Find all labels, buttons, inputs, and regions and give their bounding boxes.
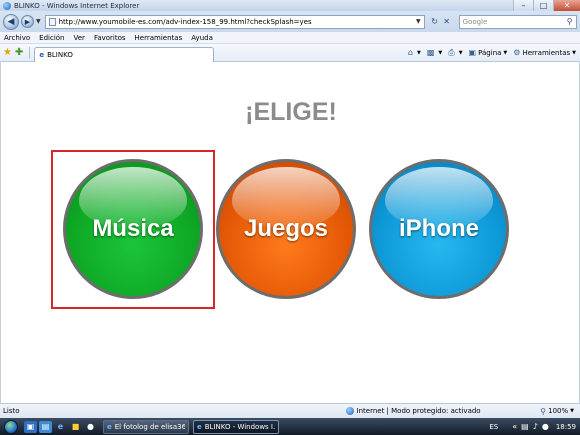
chevron-down-icon: ▼ [417,49,421,56]
language-indicator[interactable]: ES [489,423,498,431]
forward-button[interactable]: ▶ [21,15,34,28]
address-dropdown-icon[interactable]: ▼ [416,18,421,25]
tab-blinko[interactable]: e BLINKO [34,46,215,62]
volume-icon[interactable]: ♪ [533,422,538,431]
chevron-left-icon[interactable]: « [512,422,517,431]
url-text[interactable]: http://www.youmobile-es.com/adv-index-15… [59,18,416,26]
taskbar-button-blinko[interactable]: e BLINKO - Windows I... [193,419,279,434]
iphone-label: iPhone [398,215,479,242]
tab-label: BLINKO [47,50,73,59]
address-tools: ↻ ✕ [429,16,453,28]
menu-herramientas[interactable]: Herramientas [135,34,183,42]
taskbar-button-label: BLINKO - Windows I... [204,422,275,431]
page-icon: ▣ [468,48,477,57]
browser-window: BLINKO - Windows Internet Explorer – □ ✕… [0,0,580,435]
menu-favoritos[interactable]: Favoritos [94,34,126,42]
back-button[interactable]: ◀ [3,13,19,30]
tray-app-icon[interactable]: ● [542,422,549,431]
home-icon: ⌂ [407,48,413,57]
chevron-down-icon: ▼ [572,49,576,56]
page-menu-label: Página [478,48,502,57]
forward-arrow-icon: ▶ [24,17,31,26]
menu-bar: Archivo Edición Ver Favoritos Herramient… [0,32,580,44]
command-buttons: ⌂ ▼ ▩ ▼ ⎙ ▼ ▣ Página ▼ ⚙ Herramientas ▼ [402,48,580,58]
musica-button[interactable]: Música [63,159,203,299]
tools-menu-button[interactable]: ⚙ Herramientas ▼ [513,48,576,57]
menu-archivo[interactable]: Archivo [4,34,30,42]
title-bar: BLINKO - Windows Internet Explorer – □ ✕ [0,0,580,11]
status-text: Listo [3,407,20,415]
address-toolbar: ◀ ▶ ▼ http://www.youmobile-es.com/adv-in… [0,11,580,32]
network-icon[interactable]: ▤ [521,422,529,431]
window-controls: – □ ✕ [513,0,580,11]
ie-page-icon: e [197,422,202,431]
window-title: BLINKO - Windows Internet Explorer [14,1,140,10]
page-icon [48,17,56,26]
iphone-button[interactable]: iPhone [369,159,509,299]
print-icon: ⎙ [448,47,455,57]
show-desktop-icon[interactable]: ▣ [24,420,37,433]
clock[interactable]: 18:59 [556,423,576,431]
rss-feed-icon: ▩ [426,48,435,57]
tab-separator [29,46,31,59]
menu-ayuda[interactable]: Ayuda [191,34,213,42]
windows-taskbar: ▣ ▤ e ■ ● e El fotolog de elisa36... e B… [0,418,580,435]
messenger-icon[interactable]: ● [84,421,97,433]
chevron-down-icon: ▼ [503,49,508,56]
back-arrow-icon: ◀ [7,16,15,27]
start-button[interactable] [0,418,22,435]
minimize-icon[interactable]: – [513,0,533,11]
page-heading: ¡ELIGE! [245,98,337,126]
add-favorite-icon[interactable]: ✚ [15,47,23,58]
zone-label: Internet | Modo protegido: activado [356,407,481,415]
ie-logo-icon [3,1,11,10]
stop-icon[interactable]: ✕ [441,16,453,28]
folder-icon[interactable]: ■ [69,421,82,433]
tools-menu-label: Herramientas [522,48,571,57]
print-button[interactable]: ⎙ ▼ [448,48,462,58]
ie-quicklaunch-icon[interactable]: e [54,421,67,433]
feeds-button[interactable]: ▩ ▼ [427,48,442,57]
refresh-icon[interactable]: ↻ [429,16,441,28]
windows-logo-icon [4,419,18,434]
taskbar-button-label: El fotolog de elisa36... [114,422,185,431]
maximize-icon[interactable]: □ [533,0,553,11]
security-zone[interactable]: Internet | Modo protegido: activado [345,407,481,415]
page-menu-button[interactable]: ▣ Página ▼ [469,48,508,57]
menu-edicion[interactable]: Edición [39,34,64,42]
globe-icon [345,407,354,415]
close-icon[interactable]: ✕ [553,0,580,11]
gear-icon: ⚙ [513,48,521,57]
juegos-label: Juegos [243,215,329,242]
ie-page-icon: e [39,50,45,59]
zoom-icon: ⚲ [540,406,547,416]
chevron-down-icon: ▼ [438,49,443,56]
menu-ver[interactable]: Ver [74,34,85,42]
history-dropdown-icon[interactable]: ▼ [36,18,41,25]
zoom-control[interactable]: ⚲ 100% ▼ [540,407,580,416]
juegos-button[interactable]: Juegos [216,159,356,299]
search-icon[interactable]: ⚲ [567,17,573,26]
command-bar: ★ ✚ e BLINKO ⌂ ▼ ▩ ▼ ⎙ ▼ ▣ Página ▼ ⚙ Herramie… [0,44,580,62]
musica-label: Música [92,215,174,242]
status-bar: Listo Internet | Modo protegido: activad… [0,403,580,418]
home-button[interactable]: ⌂ ▼ [408,48,421,57]
ie-page-icon: e [107,422,112,431]
zoom-level: 100% [548,407,569,415]
page-content: ¡ELIGE! Música Juegos iPhone [0,62,580,403]
favorites-star-icon[interactable]: ★ [3,47,12,58]
chevron-down-icon: ▼ [570,408,574,414]
address-field[interactable]: http://www.youmobile-es.com/adv-index-15… [44,14,425,29]
search-box[interactable]: Google ⚲ [458,14,577,29]
chevron-down-icon: ▼ [458,49,463,56]
taskbar-button-fotolog[interactable]: e El fotolog de elisa36... [103,419,189,434]
quick-launch: ▣ ▤ e ■ ● [24,420,99,433]
system-tray: ES « ▤ ♪ ● 18:59 [489,418,580,435]
search-input[interactable]: Google [463,18,567,26]
switch-windows-icon[interactable]: ▤ [39,420,52,433]
